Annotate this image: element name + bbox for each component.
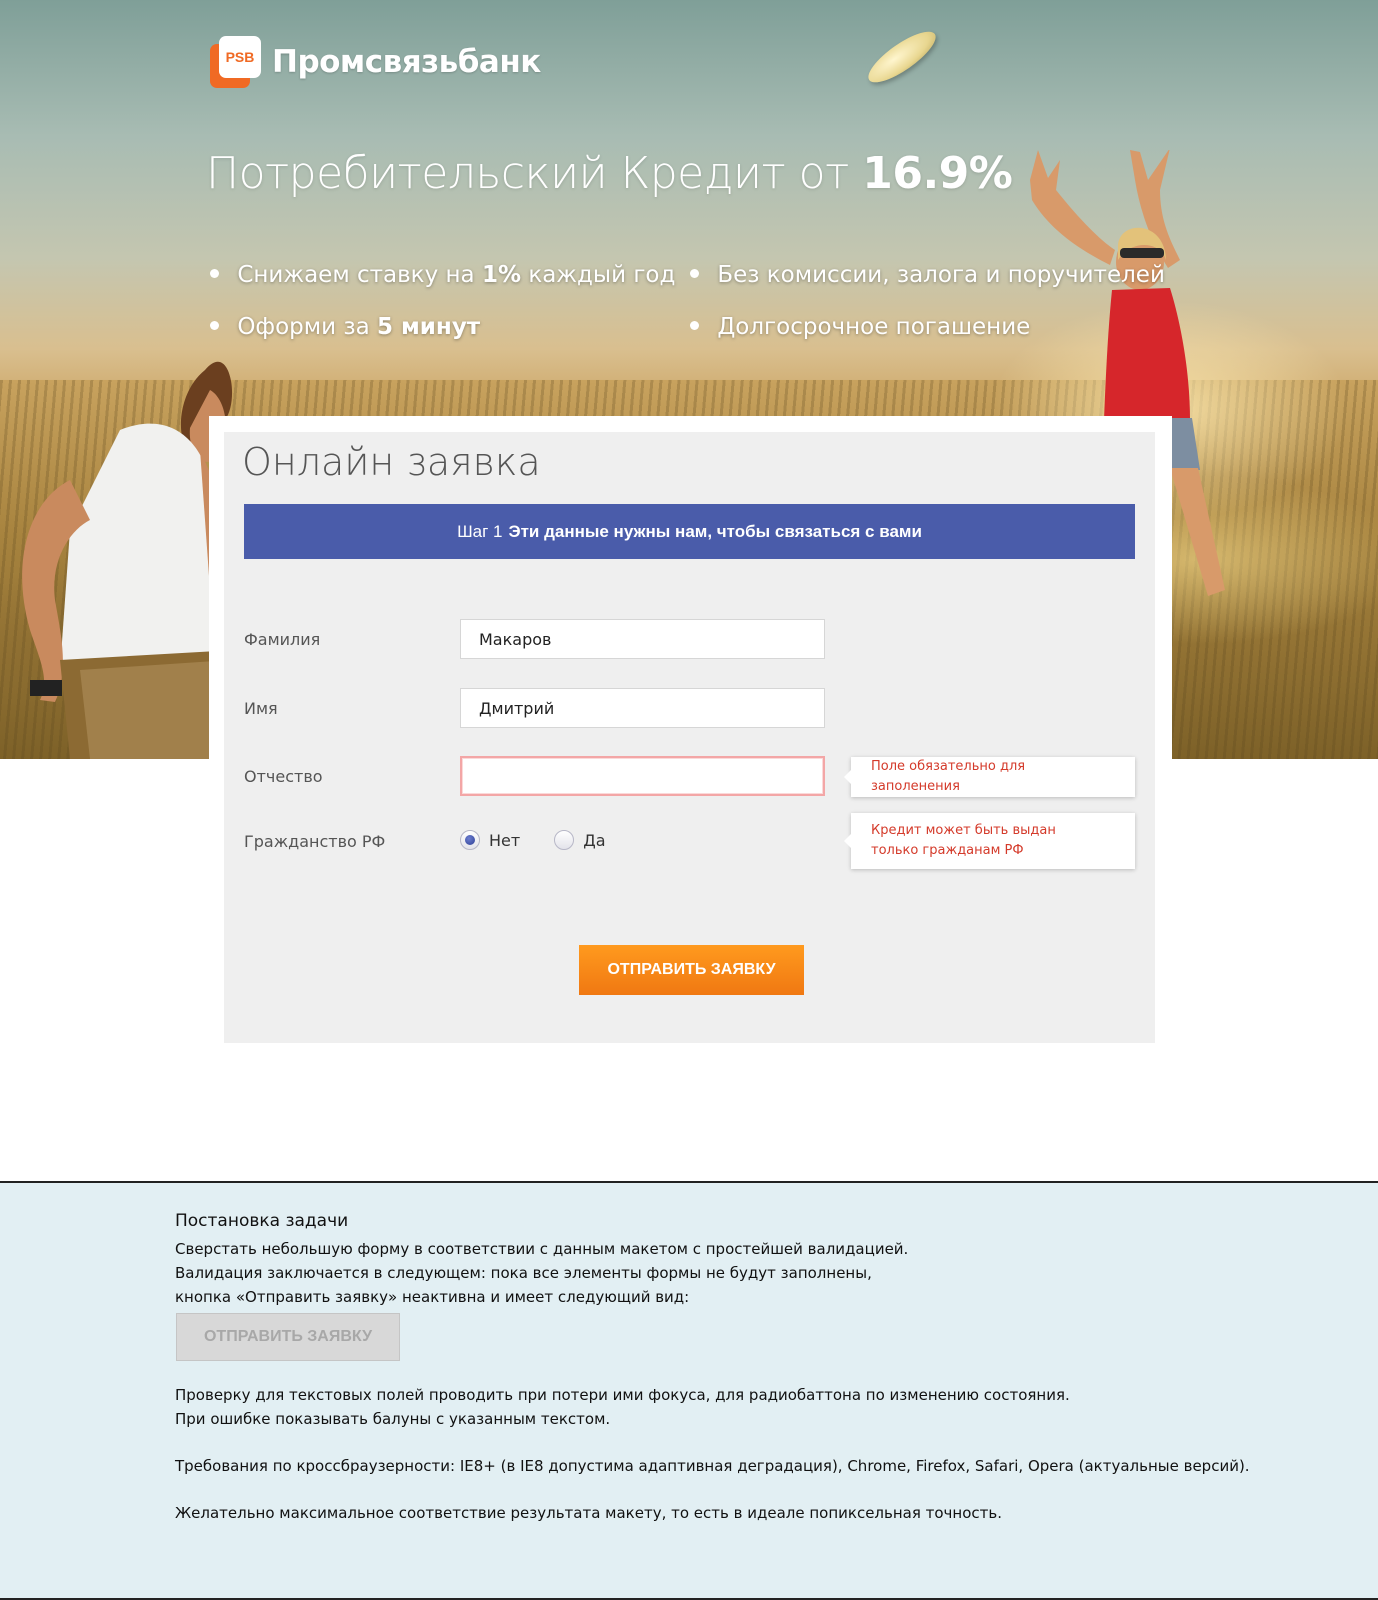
task-line: Проверку для текстовых полей проводить п… <box>175 1386 1070 1404</box>
citizenship-label: Гражданство РФ <box>244 832 386 851</box>
citizenship-radio-group: Нет Да <box>460 830 606 850</box>
radio-label-yes: Да <box>583 830 606 850</box>
error-line: Кредит может быть выдан <box>871 823 1056 838</box>
task-line: кнопка «Отправить заявку» неактивна и им… <box>175 1288 690 1306</box>
task-line: Требования по кроссбраузерности: IE8+ (в… <box>175 1457 1250 1475</box>
feature-text: Долгосрочное погашение <box>717 314 1031 340</box>
task-line: Сверстать небольшую форму в соответствии… <box>175 1240 909 1258</box>
patronymic-error-text: Поле обязательно для заполенения <box>871 759 1026 794</box>
form-title: Онлайн заявка <box>242 440 541 484</box>
feature-text: каждый год <box>528 262 676 288</box>
citizenship-option-yes[interactable]: Да <box>554 830 606 850</box>
feature-text: Оформи за <box>237 314 370 340</box>
task-line: Желательно максимальное соответствие рез… <box>175 1504 1002 1522</box>
feature-no-commission: Без комиссии, залога и поручителей <box>690 262 1165 288</box>
feature-5-minutes: Оформи за 5 минут <box>210 314 480 340</box>
man-photo <box>22 361 240 759</box>
hero-headline: Потребительский Кредит от 16.9% <box>206 148 1013 199</box>
patronymic-error-balloon: Поле обязательно для заполенения <box>844 757 1135 797</box>
feature-highlight: 5 минут <box>377 314 481 340</box>
psb-logo-icon: PSB <box>210 36 262 88</box>
feature-highlight: 1% <box>481 262 521 288</box>
task-line: Валидация заключается в следующем: пока … <box>175 1264 872 1282</box>
submit-button[interactable]: Отправить заявку <box>579 945 804 995</box>
disabled-submit-example: Отправить заявку <box>176 1313 400 1361</box>
radio-selected-icon[interactable] <box>460 830 480 850</box>
citizenship-option-no[interactable]: Нет <box>460 830 520 850</box>
feature-rate-reduction: Снижаем ставку на 1% каждый год <box>210 262 675 288</box>
citizenship-error-balloon: Кредит может быть выдан только гражданам… <box>844 813 1135 869</box>
task-title: Постановка задачи <box>175 1211 349 1231</box>
radio-label-no: Нет <box>489 830 521 850</box>
step-description: Эти данные нужны нам, чтобы связаться с … <box>508 521 922 541</box>
headline-text: Потребительский Кредит от <box>206 148 849 199</box>
frisbee-icon <box>861 23 943 91</box>
headline-rate: 16.9% <box>862 148 1013 199</box>
name-label: Имя <box>244 699 278 718</box>
feature-text: Без комиссии, залога и поручителей <box>717 262 1165 288</box>
step-number: Шаг 1 <box>457 521 503 541</box>
radio-unselected-icon[interactable] <box>554 830 575 850</box>
surname-label: Фамилия <box>244 630 321 649</box>
bank-name: Промсвязьбанк <box>272 44 541 80</box>
citizenship-error-text: Кредит может быть выдан только гражданам… <box>871 821 1056 861</box>
feature-text: Снижаем ставку на <box>237 262 475 288</box>
patronymic-input[interactable] <box>460 756 825 796</box>
surname-input[interactable] <box>460 619 825 659</box>
error-line: только гражданам РФ <box>871 843 1024 858</box>
step-bar: Шаг 1 Эти данные нужны нам, чтобы связат… <box>244 504 1135 559</box>
name-input[interactable] <box>460 688 825 728</box>
feature-long-term: Долгосрочное погашение <box>690 314 1030 340</box>
patronymic-label: Отчество <box>244 767 323 786</box>
task-line: При ошибке показывать балуны с указанным… <box>175 1410 611 1428</box>
bank-logo[interactable]: PSB Промсвязьбанк <box>210 36 541 88</box>
